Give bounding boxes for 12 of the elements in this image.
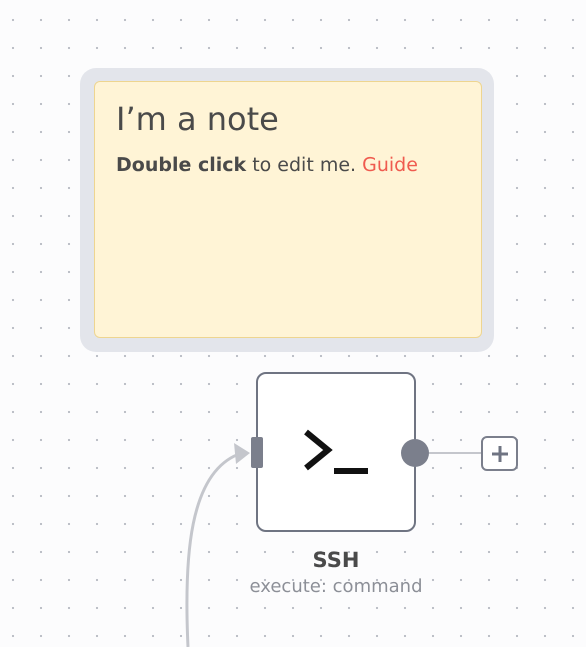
note-text: Double click to edit me. Guide	[116, 154, 419, 176]
node-subtitle: execute: command	[250, 576, 422, 597]
connector-line	[429, 452, 481, 454]
node-title: SSH	[312, 548, 360, 572]
add-node-button[interactable]	[481, 436, 518, 471]
terminal-icon	[302, 428, 370, 476]
output-handle[interactable]	[401, 439, 429, 467]
input-handle[interactable]	[251, 437, 263, 468]
ssh-node[interactable]	[256, 372, 416, 532]
note-title: I’m a note	[116, 100, 280, 138]
sticky-note[interactable]: I’m a note Double click to edit me. Guide	[80, 68, 494, 352]
plus-icon	[490, 444, 508, 462]
